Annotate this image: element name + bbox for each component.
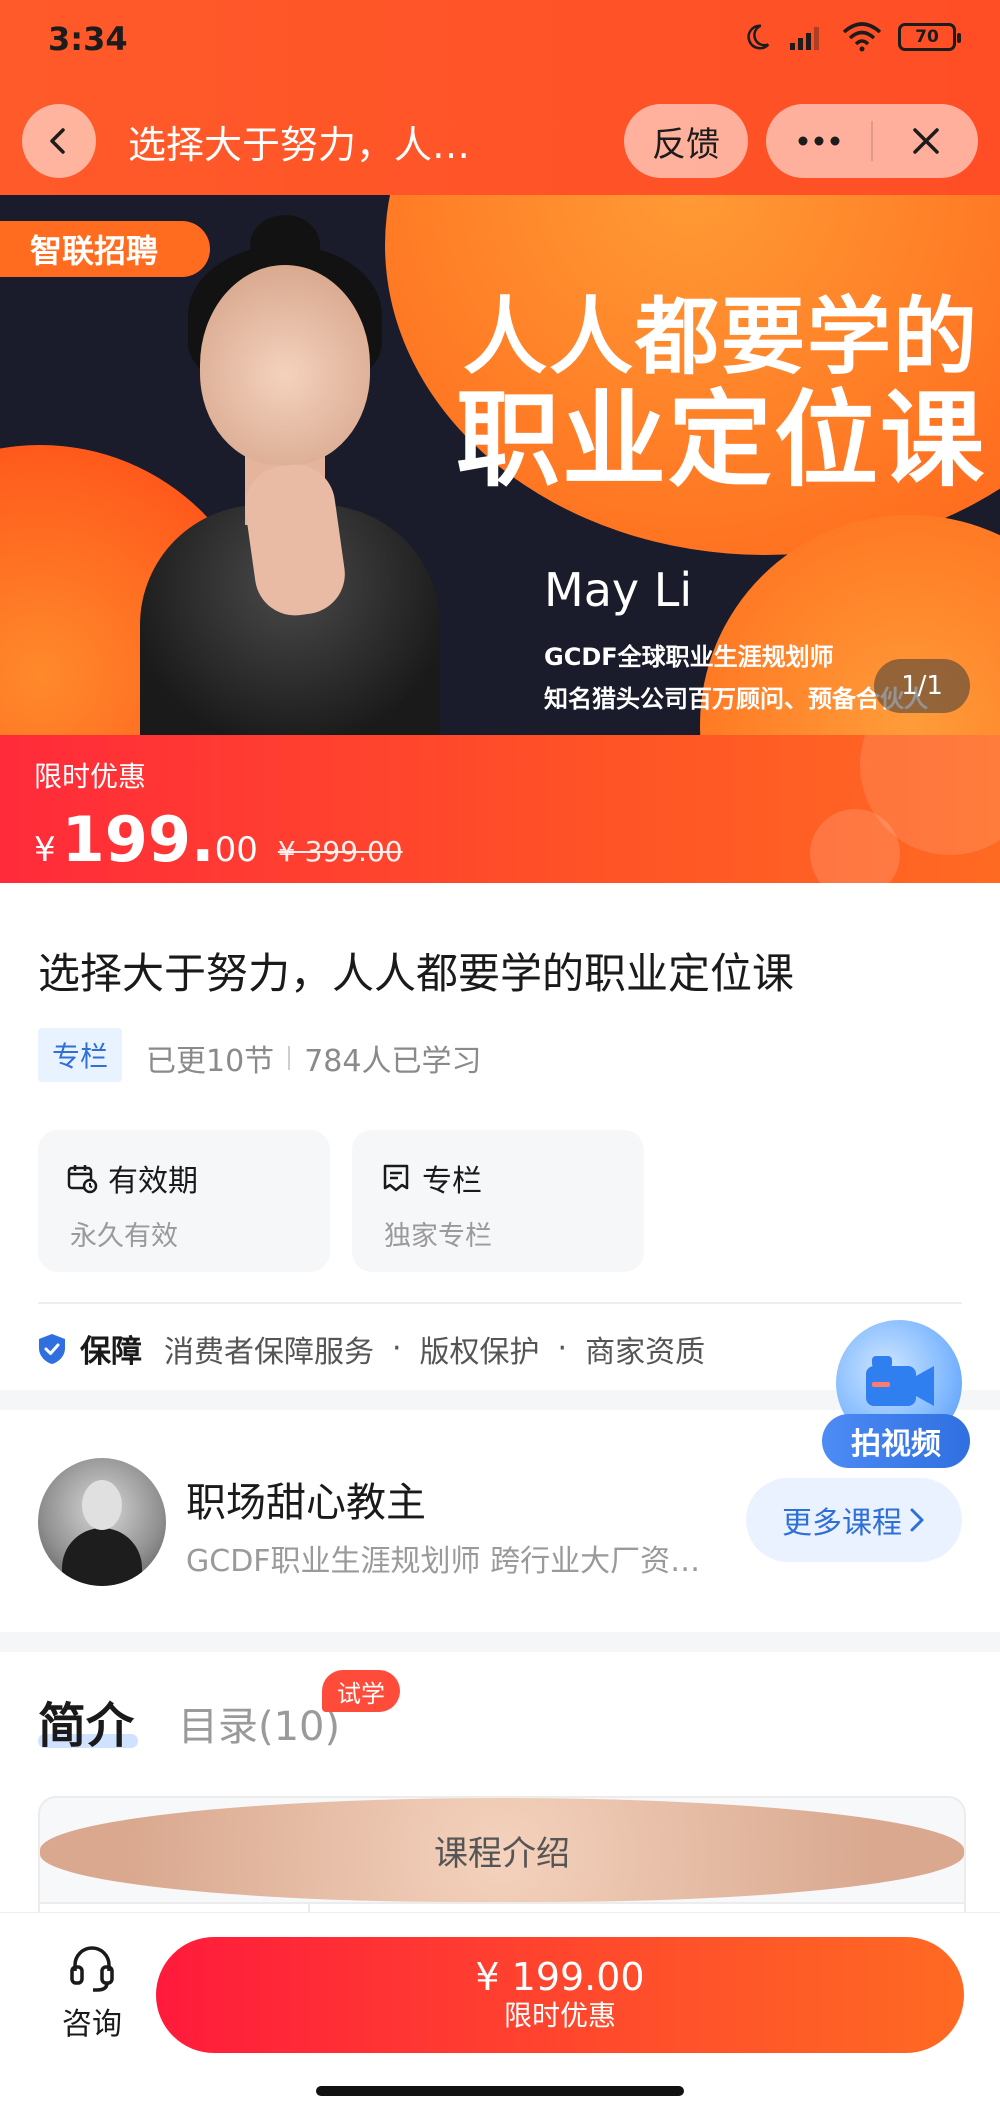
currency-symbol: ¥: [34, 830, 56, 870]
guarantee-dot: ·: [392, 1331, 402, 1366]
course-banner[interactable]: 智联招聘 人人都要学的 职业定位课 May Li GCDF全球职业生涯规划师 知…: [0, 195, 1000, 735]
price-decimal: 00: [214, 830, 258, 870]
author-description: GCDF职业生涯规划师 跨行业大厂资深…: [186, 1544, 726, 1579]
column-tag: 专栏: [38, 1028, 123, 1082]
banner-headline-line1: 人人都要学的: [463, 288, 980, 386]
author-name[interactable]: 职场甜心教主: [186, 1470, 426, 1528]
status-icons: 70: [742, 22, 961, 52]
guarantee-item: 商家资质: [585, 1334, 706, 1370]
more-courses-label: 更多课程: [782, 1506, 902, 1541]
meta-separator: [288, 1046, 291, 1070]
shoot-video-widget[interactable]: 拍视频: [822, 1320, 970, 1470]
shield-check-icon: [39, 1333, 65, 1364]
tab-catalog[interactable]: 目录(10): [178, 1694, 340, 1752]
instructor-portrait: [100, 215, 510, 735]
banner-credential: GCDF全球职业生涯规划师: [544, 643, 834, 671]
wifi-icon: [842, 22, 882, 52]
buy-price: ¥ 199.00: [475, 1955, 645, 2000]
column-title: 专栏: [422, 1164, 482, 1199]
course-intro-heading: 课程介绍: [40, 1798, 964, 1902]
more-button[interactable]: [766, 104, 871, 178]
status-time: 3:34: [48, 20, 128, 58]
top-header: 3:34 70 选择大于努力，人… 反馈: [0, 0, 1000, 195]
course-meta: 已更10节 784人已学习: [146, 1036, 481, 1080]
learner-count: 784人已学习: [304, 1044, 482, 1079]
bottom-action-bar: 咨询 ¥ 199.00 限时优惠: [0, 1912, 1000, 2111]
banner-pager: 1/1: [874, 659, 970, 713]
guarantee-title: 保障: [80, 1334, 142, 1370]
divider: [38, 1302, 962, 1304]
home-indicator: [316, 2086, 684, 2096]
chevron-right-icon: [910, 1508, 924, 1532]
signal-icon: [790, 27, 819, 50]
current-price: ¥ 199. 00 ¥ 399.00: [34, 803, 403, 876]
consult-button[interactable]: 咨询: [44, 1943, 140, 2053]
validity-card: 有效期 永久有效: [38, 1130, 330, 1272]
headset-icon: [70, 1946, 114, 1992]
banner-credential: 知名猎头公司百万顾问、预备合伙人: [544, 685, 928, 713]
banner-headline-line2: 职业定位课: [456, 379, 987, 502]
mini-program-capsule: [766, 104, 978, 178]
validity-value: 永久有效: [70, 1221, 178, 1252]
feedback-button[interactable]: 反馈: [624, 104, 748, 178]
battery-indicator: 70: [898, 23, 961, 51]
close-icon: [912, 128, 939, 154]
guarantee-item: 版权保护: [419, 1334, 540, 1370]
shoot-video-label: 拍视频: [822, 1414, 970, 1468]
more-dots-icon: [798, 136, 839, 146]
course-intro-card: 课程介绍: [38, 1796, 966, 1930]
banner-instructor-name: May Li: [544, 563, 693, 617]
promo-label: 限时优惠: [34, 760, 147, 793]
tab-intro[interactable]: 简介: [38, 1686, 134, 1756]
banner-headline: 人人都要学的 职业定位课: [456, 291, 986, 498]
original-price: ¥ 399.00: [277, 835, 403, 868]
close-button[interactable]: [873, 104, 978, 178]
nav-title: 选择大于努力，人…: [128, 123, 471, 167]
consult-label: 咨询: [62, 2007, 122, 2042]
course-title: 选择大于努力，人人都要学的职业定位课: [38, 949, 795, 998]
section-gap: [0, 1632, 1000, 1652]
column-value: 独家专栏: [384, 1221, 492, 1252]
more-courses-button[interactable]: 更多课程: [746, 1478, 962, 1562]
buy-button[interactable]: ¥ 199.00 限时优惠: [156, 1937, 964, 2053]
trial-badge: 试学: [322, 1670, 400, 1712]
updated-count: 已更10节: [146, 1044, 275, 1079]
guarantee-item: 消费者保障服务: [164, 1334, 374, 1370]
guarantee-row[interactable]: 保障 消费者保障服务 · 版权保护 · 商家资质: [36, 1326, 705, 1371]
column-card: 专栏 独家专栏: [352, 1130, 644, 1272]
author-avatar[interactable]: [38, 1458, 166, 1586]
calendar-clock-icon: [67, 1165, 98, 1194]
moon-icon: [747, 24, 770, 50]
validity-title: 有效期: [108, 1164, 198, 1199]
chevron-left-icon: [50, 128, 65, 154]
document-icon: [383, 1164, 409, 1192]
price-integer: 199.: [61, 803, 215, 876]
back-button[interactable]: [22, 104, 96, 178]
guarantee-dot: ·: [557, 1331, 568, 1366]
buy-subtitle: 限时优惠: [503, 1999, 616, 2033]
price-strip: 限时优惠 ¥ 199. 00 ¥ 399.00: [0, 735, 1000, 883]
